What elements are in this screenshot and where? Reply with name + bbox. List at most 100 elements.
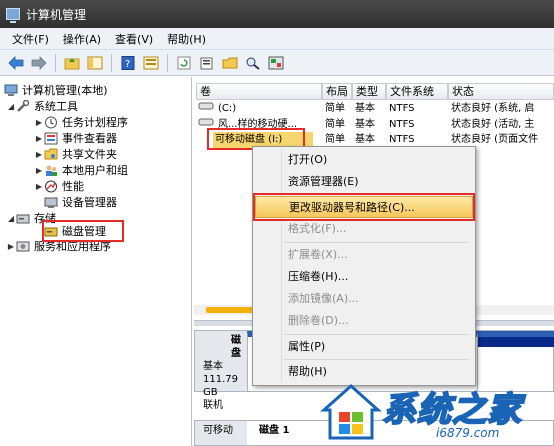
volume-layout: 简单 [325,119,345,130]
help-icon[interactable]: ? [118,53,138,73]
disk-state: 联机 [203,400,223,411]
collapsed-arrow-icon[interactable]: ▶ [34,150,44,159]
collapsed-arrow-icon[interactable]: ▶ [34,182,44,191]
watermark-url: i6879.com [436,426,500,440]
menu-item-format[interactable]: 格式化(F)... [255,218,473,240]
tree-item-label: 共享文件夹 [62,148,117,161]
partition-bar [478,337,554,347]
volume-status: 状态良好 (活动, 主 [451,119,535,130]
tree-item-root[interactable]: 计算机管理(本地) [4,82,108,98]
search-icon[interactable] [243,53,263,73]
volume-layout: 简单 [325,103,345,114]
shared-folder-icon [44,148,58,161]
navigation-tree: 计算机管理(本地) ◢ 系统工具 ▶ 任务计划程序 ▶ 事件查看器 ▶ 共享文件… [0,77,192,446]
windows-logo-icon [320,383,382,440]
context-menu: 打开(O) 资源管理器(E) 更改驱动器号和路径(C)... 格式化(F)...… [252,146,476,386]
up-folder-icon[interactable] [62,53,82,73]
tree-item-system-tools[interactable]: ◢ 系统工具 [6,98,78,114]
volume-name: (C:) [218,103,237,114]
tree-item-label: 本地用户和组 [62,164,128,177]
tree-item-performance[interactable]: ▶ 性能 [34,178,84,194]
menu-item-open[interactable]: 打开(O) [255,149,473,171]
column-header-filesystem[interactable]: 文件系统 [386,83,448,100]
device-manager-icon [44,196,58,209]
services-icon [16,240,30,253]
disk-title: 磁盘 [231,335,241,359]
disk-size: 111.79 GB [203,374,238,398]
menu-item-add-mirror[interactable]: 添加镜像(A)... [255,288,473,310]
menu-action[interactable]: 操作(A) [57,31,109,47]
column-header-status[interactable]: 状态 [448,83,554,100]
storage-icon [16,212,30,225]
window-title: 计算机管理 [26,7,87,22]
volume-type: 基本 [355,103,375,114]
tree-item-shared-folders[interactable]: ▶ 共享文件夹 [34,146,117,162]
tree-item-label: 事件查看器 [62,132,117,145]
menu-item-properties[interactable]: 属性(P) [255,336,473,358]
collapsed-arrow-icon[interactable]: ▶ [34,134,44,143]
expanded-arrow-icon[interactable]: ◢ [6,214,16,223]
tree-item-label: 设备管理器 [62,196,117,209]
menu-file[interactable]: 文件(F) [6,31,57,47]
tree-item-device-manager[interactable]: 设备管理器 [44,194,117,210]
column-header-layout[interactable]: 布局 [322,83,352,100]
annotation-box-disk-management [42,220,124,242]
table-row[interactable]: (C:) 简单 基本 NTFS 状态良好 (系统, 启 [194,101,554,117]
show-hide-tree-icon[interactable] [85,53,105,73]
drive-icon [198,101,214,117]
toolbar-separator [111,53,112,72]
collapsed-arrow-icon[interactable]: ▶ [34,118,44,127]
tree-item-label: 计算机管理(本地) [22,84,108,97]
menu-item-delete-volume[interactable]: 删除卷(D)... [255,310,473,332]
column-header-volume[interactable]: 卷 [196,83,322,100]
menu-help[interactable]: 帮助(H) [161,31,214,47]
tree-item-label: 系统工具 [34,100,78,113]
tools-icon [16,99,30,113]
svg-text:?: ? [125,59,130,70]
disk-type: 可移动 [203,425,233,436]
toolbar: ? [0,50,554,76]
volume-status: 状态良好 (系统, 启 [451,103,535,114]
open-icon[interactable] [220,53,240,73]
disk-0-info: 磁盘 基本 111.79 GB 联机 [195,331,247,411]
tree-item-task-scheduler[interactable]: ▶ 任务计划程序 [34,114,128,130]
menu-separator [284,242,469,243]
menu-bar: 文件(F) 操作(A) 查看(V) 帮助(H) [0,28,554,50]
disk-type: 基本 [203,361,223,372]
menu-item-shrink-volume[interactable]: 压缩卷(H)... [255,266,473,288]
export-list-icon[interactable] [197,53,217,73]
title-bar: 计算机管理 [0,0,554,28]
collapsed-arrow-icon[interactable]: ▶ [6,242,16,251]
disk-title: 磁盘 1 [259,425,290,436]
snap-in-icon[interactable] [266,53,286,73]
menu-separator [284,359,469,360]
expanded-arrow-icon[interactable]: ◢ [6,102,16,111]
menu-separator [284,334,469,335]
toolbar-separator [167,53,168,72]
menu-view[interactable]: 查看(V) [109,31,161,47]
watermark-text: 系统之家 [381,389,522,431]
column-header-type[interactable]: 类型 [352,83,386,100]
users-icon [44,164,58,177]
volume-filesystem: NTFS [389,119,415,130]
toolbar-separator [55,53,56,72]
computer-management-icon [6,8,20,23]
menu-item-extend-volume[interactable]: 扩展卷(X)... [255,244,473,266]
tree-item-label: 性能 [62,180,84,193]
computer-icon [4,84,18,97]
annotation-box-change-drive-letter [253,193,475,221]
volume-type: 基本 [355,119,375,130]
properties-icon[interactable] [141,53,161,73]
collapsed-arrow-icon[interactable]: ▶ [34,166,44,175]
volume-filesystem: NTFS [389,103,415,114]
watermark: 系统之家 i6879.com [316,376,554,446]
menu-item-explorer[interactable]: 资源管理器(E) [255,171,473,193]
forward-arrow-icon[interactable] [29,53,49,73]
tree-item-event-viewer[interactable]: ▶ 事件查看器 [34,130,117,146]
back-arrow-icon[interactable] [6,53,26,73]
tree-item-local-users[interactable]: ▶ 本地用户和组 [34,162,128,178]
performance-icon [44,180,58,193]
event-viewer-icon [44,132,58,145]
refresh-icon[interactable] [174,53,194,73]
disk-1-info: 可移动 磁盘 1 [195,421,289,445]
